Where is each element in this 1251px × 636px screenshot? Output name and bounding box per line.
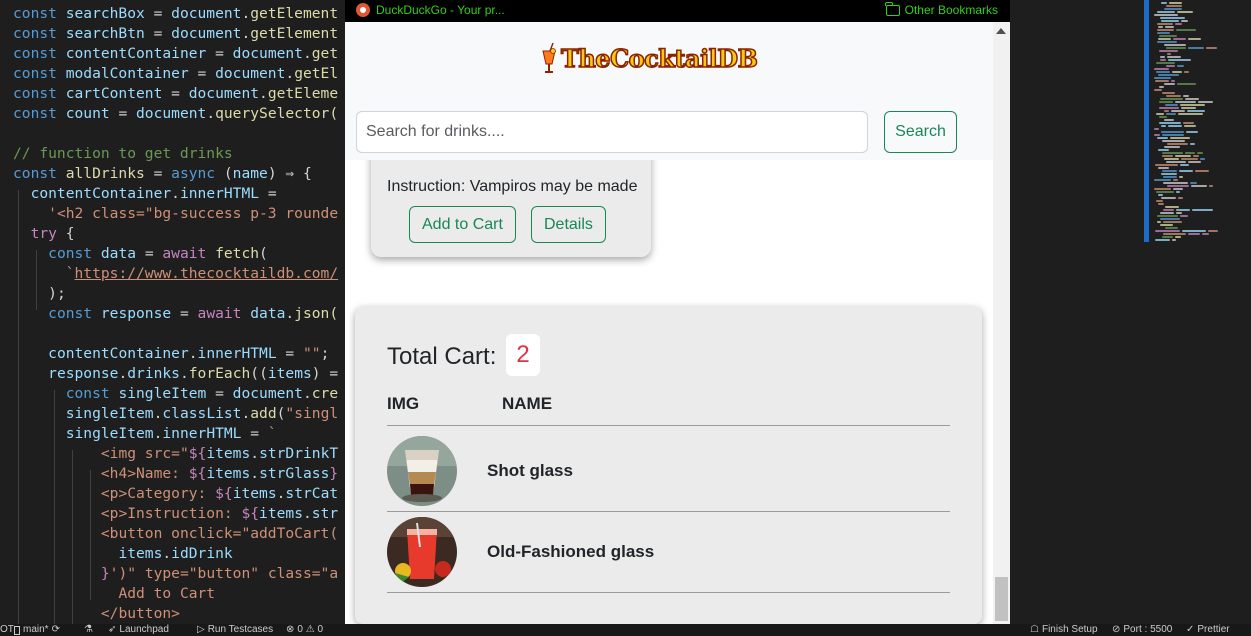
- minimap[interactable]: [1144, 0, 1251, 245]
- cart-item-name: Shot glass: [487, 461, 573, 480]
- check-icon: ✓: [1186, 624, 1195, 635]
- code-editor[interactable]: const searchBox = document.getElement con…: [0, 0, 345, 624]
- indent-guide: [18, 190, 19, 624]
- code-line: const count = document.querySelector(: [13, 105, 339, 122]
- code-line: <img src="${items.strDrinkT: [100, 445, 339, 462]
- drink-thumbnail: [387, 517, 457, 587]
- account-icon: ☖: [1030, 624, 1039, 635]
- search-button[interactable]: Search: [884, 111, 957, 153]
- code-line: `https://www.thecocktaildb.com/: [65, 265, 339, 282]
- cart-panel: Total Cart: 2 IMG NAME Shot glass Old-Fa…: [355, 307, 982, 624]
- cart-count-badge: 2: [506, 334, 540, 376]
- code-line: const contentContainer = document.get: [13, 45, 339, 62]
- code-line: contentContainer.innerHTML =: [30, 185, 277, 202]
- minimap-slider[interactable]: [1144, 0, 1149, 242]
- sync-icon: ⟳: [51, 624, 60, 635]
- code-line: );: [48, 285, 66, 302]
- code-line: const singleItem = document.cre: [65, 385, 339, 402]
- bookmark-duckduckgo[interactable]: DuckDuckGo - Your pr...: [356, 3, 505, 17]
- beaker-icon: ⚗: [84, 624, 93, 635]
- code-line: const data = await fetch(: [48, 245, 268, 262]
- code-line: const allDrinks = async (name) ⇒ {: [13, 165, 312, 182]
- code-line: const searchBtn = document.getElement: [13, 25, 339, 42]
- status-remote[interactable]: OT: [0, 624, 14, 636]
- status-launchpad[interactable]: ➶ Launchpad: [108, 624, 169, 636]
- status-finish-setup-label: Finish Setup: [1041, 624, 1098, 635]
- indent-guide: [54, 390, 55, 624]
- indent-guide: [90, 470, 91, 600]
- add-to-cart-button[interactable]: Add to Cart: [409, 206, 516, 243]
- cart-header-img: IMG: [387, 394, 420, 413]
- status-problems[interactable]: ⊗ 0 ⚠ 0: [286, 624, 323, 636]
- code-line: }')" type="button" class="a: [100, 565, 339, 582]
- branch-icon: [14, 625, 20, 635]
- site-logo[interactable]: TheCocktailDB: [541, 42, 759, 74]
- code-line: contentContainer.innerHTML = "";: [48, 345, 330, 362]
- code-line: const searchBox = document.getElement: [13, 5, 339, 22]
- status-finish-setup[interactable]: ☖ Finish Setup: [1030, 624, 1098, 636]
- divider: [387, 425, 950, 426]
- code-line: Add to Cart: [118, 585, 216, 602]
- play-icon: ▷: [197, 624, 205, 635]
- status-launchpad-label: Launchpad: [119, 624, 169, 635]
- status-prettier[interactable]: ✓ Prettier: [1186, 624, 1230, 636]
- code-line: const cartContent = document.getEleme: [13, 85, 339, 102]
- right-editor-pane[interactable]: [1010, 0, 1251, 624]
- code-line: singleItem.innerHTML = `: [65, 425, 277, 442]
- code-line: singleItem.classList.add("singl: [65, 405, 339, 422]
- broadcast-icon: ⊘: [1112, 624, 1121, 635]
- page-scrollbar[interactable]: [993, 22, 1010, 636]
- drink-instruction: Instruction: Vampiros may be made: [387, 178, 638, 195]
- other-bookmarks[interactable]: Other Bookmarks: [885, 1, 998, 17]
- code-line: <p>Instruction: ${items.str: [100, 505, 339, 522]
- code-line: <p>Category: ${items.strCat: [100, 485, 339, 502]
- cart-header-name: NAME: [502, 394, 553, 413]
- status-run-testcases-label: Run Testcases: [207, 624, 274, 635]
- bookmarks-bar: DuckDuckGo - Your pr... Other Bookmarks: [345, 0, 1010, 22]
- status-bar: OT main* ⟳ ⚗ ➶ Launchpad ▷ Run Testcases…: [0, 624, 1251, 636]
- code-line: <h4>Name: ${items.strGlass}: [100, 465, 339, 482]
- code-line: const response = await data.json(: [48, 305, 339, 322]
- status-problems-label: 0 ⚠ 0: [297, 624, 324, 635]
- page-viewport: Instruction: Vampiros may be made Add to…: [345, 22, 993, 636]
- cart-row: Shot glass: [387, 427, 950, 507]
- other-bookmarks-label: Other Bookmarks: [904, 3, 998, 17]
- divider: [387, 592, 950, 593]
- rocket-icon: ➶: [108, 624, 117, 635]
- folder-icon: [885, 1, 900, 16]
- code-line: // function to get drinks: [13, 145, 233, 162]
- code-line: items.idDrink: [118, 545, 233, 562]
- status-port-label: Port : 5500: [1123, 624, 1173, 635]
- cart-title: Total Cart:: [387, 343, 497, 370]
- details-button[interactable]: Details: [531, 206, 606, 243]
- search-input[interactable]: [356, 111, 868, 153]
- status-remote-label: OT: [0, 624, 14, 635]
- status-prettier-label: Prettier: [1197, 624, 1230, 635]
- status-run-testcases[interactable]: ▷ Run Testcases: [197, 624, 273, 636]
- code-line: <button onclick="addToCart(: [100, 525, 339, 542]
- status-port[interactable]: ⊘ Port : 5500: [1112, 624, 1172, 636]
- cart-item-name: Old-Fashioned glass: [487, 542, 655, 561]
- code-line: try {: [30, 225, 75, 242]
- cart-row: Old-Fashioned glass: [387, 508, 950, 588]
- scroll-up-arrow-icon[interactable]: [996, 28, 1006, 34]
- status-extension[interactable]: ⚗: [84, 624, 93, 636]
- site-header: TheCocktailDB Search: [345, 22, 993, 160]
- indent-guide: [72, 450, 73, 624]
- drink-thumbnail: [387, 436, 457, 506]
- code-line: const modalContainer = document.getEl: [13, 65, 339, 82]
- indent-guide: [36, 250, 37, 310]
- code-line: </button>: [100, 605, 180, 622]
- duckduckgo-icon: [356, 3, 370, 17]
- code-line: '<h2 class="bg-success p-3 rounde: [48, 205, 339, 222]
- error-icon: ⊗: [286, 624, 295, 635]
- logo-text: TheCocktailDB: [560, 43, 758, 74]
- bookmark-label: DuckDuckGo - Your pr...: [376, 3, 505, 17]
- browser-window: DuckDuckGo - Your pr... Other Bookmarks …: [345, 0, 1010, 636]
- cocktail-glass-icon: [542, 42, 556, 73]
- status-branch-label: main*: [23, 624, 49, 635]
- status-branch[interactable]: main* ⟳: [14, 624, 60, 636]
- code-line: response.drinks.forEach((items) =: [48, 365, 339, 382]
- scrollbar-thumb[interactable]: [995, 577, 1008, 621]
